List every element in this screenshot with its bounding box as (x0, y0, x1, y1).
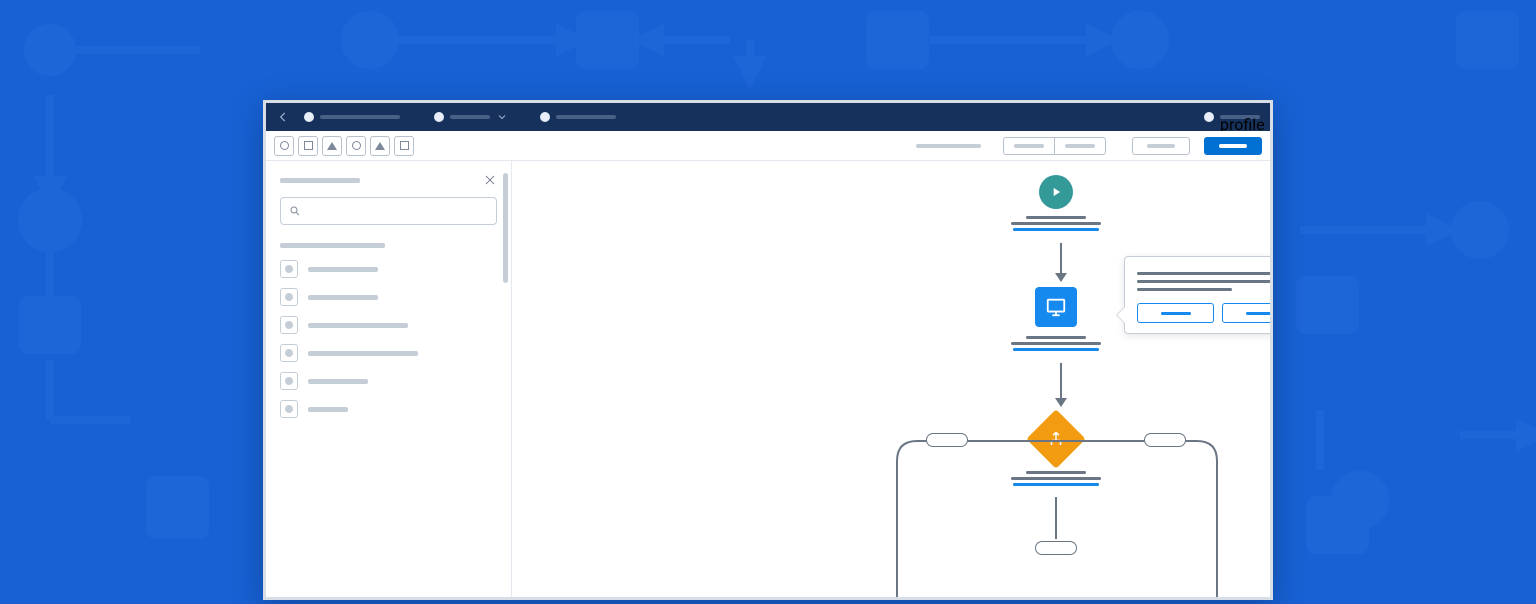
toolbar-shape-triangle[interactable] (322, 136, 342, 156)
search-input[interactable] (280, 197, 497, 225)
connector-2 (1055, 363, 1067, 407)
chevron-down-icon[interactable] (496, 111, 508, 123)
screen-icon (1045, 296, 1067, 318)
toolbar-shape-triangle-2[interactable] (370, 136, 390, 156)
sidebar-item-label (308, 351, 418, 356)
sidebar-item[interactable] (280, 400, 497, 418)
avatar-icon (1204, 112, 1214, 122)
search-icon (289, 205, 301, 217)
node-caption-2 (1011, 336, 1101, 351)
titlebar-label-1 (320, 115, 400, 119)
profile-menu[interactable]: profile (1204, 112, 1260, 122)
segment-option-2[interactable] (1055, 137, 1106, 155)
sidebar-item[interactable] (280, 288, 497, 306)
popover-line-3 (1137, 288, 1232, 291)
titlebar: profile (266, 103, 1270, 131)
sidebar-item[interactable] (280, 316, 497, 334)
sidebar-item-label (308, 267, 378, 272)
toolbar-action-primary[interactable] (1204, 137, 1262, 155)
popover-line-2 (1137, 280, 1270, 283)
popover-button-1[interactable] (1137, 303, 1214, 323)
sidebar-title (280, 178, 360, 183)
close-icon[interactable] (483, 173, 497, 187)
node-type-icon (280, 288, 298, 306)
popover-button-2[interactable] (1222, 303, 1270, 323)
branch-connector (877, 435, 1237, 597)
sidebar-item[interactable] (280, 260, 497, 278)
app-window: profile (263, 100, 1273, 600)
sidebar-item-label (308, 295, 378, 300)
sidebar-item[interactable] (280, 344, 497, 362)
play-icon (1049, 185, 1063, 199)
toolbar-segment (1003, 137, 1106, 155)
branch-mid-label[interactable] (1035, 541, 1077, 555)
sidebar-item[interactable] (280, 372, 497, 390)
start-node[interactable] (1039, 175, 1073, 209)
sidebar-item-label (308, 379, 368, 384)
nav-dot-icon (434, 112, 444, 122)
node-type-icon (280, 372, 298, 390)
node-caption-3 (1011, 471, 1101, 486)
node-type-icon (280, 316, 298, 334)
flow-canvas[interactable] (512, 161, 1270, 597)
titlebar-label-3 (556, 115, 616, 119)
sidebar-scrollbar[interactable] (503, 173, 508, 283)
branch-label-left[interactable] (926, 433, 968, 447)
titlebar-item-3[interactable] (540, 112, 616, 122)
node-caption-1 (1011, 216, 1101, 231)
titlebar-label-2 (450, 115, 490, 119)
toolbar (266, 131, 1270, 161)
nav-dot-icon (540, 112, 550, 122)
segment-option-1[interactable] (1003, 137, 1055, 155)
node-type-icon (280, 344, 298, 362)
node-popover (1124, 256, 1270, 334)
toolbar-shape-circle[interactable] (274, 136, 294, 156)
toolbar-text (916, 144, 981, 148)
node-type-icon (280, 260, 298, 278)
titlebar-item-1[interactable] (304, 112, 400, 122)
sidebar-section-label (280, 243, 385, 248)
back-button[interactable] (276, 110, 290, 124)
toolbar-shape-circle-2[interactable] (346, 136, 366, 156)
sidebar (266, 161, 512, 597)
popover-line-1 (1137, 272, 1270, 275)
node-type-icon (280, 400, 298, 418)
connector-1 (1055, 243, 1067, 282)
toolbar-action-outline[interactable] (1132, 137, 1190, 155)
connector-3 (1055, 497, 1057, 539)
sidebar-item-label (308, 407, 348, 412)
profile-label: profile (1220, 115, 1260, 119)
branch-label-right[interactable] (1144, 433, 1186, 447)
sidebar-item-label (308, 323, 408, 328)
app-icon (304, 112, 314, 122)
titlebar-item-2[interactable] (434, 111, 508, 123)
screen-node[interactable] (1035, 287, 1077, 327)
toolbar-shape-square-2[interactable] (394, 136, 414, 156)
toolbar-shape-square[interactable] (298, 136, 318, 156)
